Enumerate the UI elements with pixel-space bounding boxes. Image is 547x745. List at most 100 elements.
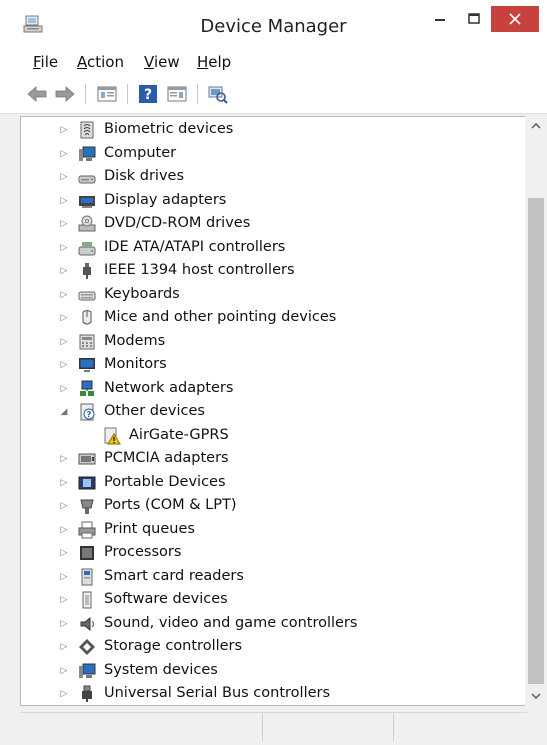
tree-item[interactable]: ▷ Network adapters — [21, 378, 526, 400]
processor-icon — [80, 546, 94, 560]
status-bar — [20, 712, 527, 741]
tree-expand-arrow-icon[interactable]: ▷ — [59, 595, 69, 605]
menu-view[interactable]: View — [144, 53, 180, 71]
pcmcia-icon — [78, 453, 96, 465]
scroll-down-button[interactable] — [525, 686, 547, 706]
tree-item-label: Computer — [104, 144, 177, 161]
tree-item[interactable]: ▷ Monitors — [21, 354, 526, 376]
tree-item-label: IEEE 1394 host controllers — [104, 262, 295, 278]
computer-icon — [79, 146, 96, 161]
close-button[interactable] — [491, 6, 539, 32]
chevron-up-icon — [531, 123, 541, 129]
tree-item-label: Mice and other pointing devices — [104, 309, 337, 325]
tree-expand-arrow-icon[interactable]: ▷ — [59, 689, 69, 699]
tree-item-label: Keyboards — [104, 285, 180, 302]
tree-expand-arrow-icon[interactable]: ▷ — [59, 290, 69, 300]
tree-item-label: PCMCIA adapters — [104, 450, 229, 466]
portable-device-icon — [78, 476, 96, 489]
tree-item[interactable]: ▷ Disk drives — [21, 166, 526, 188]
tree-expand-arrow-icon[interactable]: ▷ — [59, 666, 69, 676]
tree-expand-arrow-icon[interactable]: ▷ — [59, 337, 69, 347]
scan-hardware-icon[interactable] — [206, 83, 230, 105]
tree-expand-arrow-icon[interactable]: ▷ — [59, 525, 69, 535]
tree-expand-arrow-icon[interactable]: ▷ — [59, 478, 69, 488]
tree-item[interactable]: ▷ Sound, video and game controllers — [21, 613, 526, 635]
tree-item[interactable]: ▷ Biometric devices — [21, 119, 526, 141]
tree-expand-arrow-icon[interactable]: ▷ — [59, 243, 69, 253]
tree-item[interactable]: ▷ Smart card readers — [21, 566, 526, 588]
tree-item[interactable]: ▷ DVD/CD-ROM drives — [21, 213, 526, 235]
tree-expand-arrow-icon[interactable]: ▷ — [59, 572, 69, 582]
status-panel-1 — [20, 713, 263, 741]
tree-item-label: Biometric devices — [104, 121, 234, 137]
modem-icon — [79, 334, 95, 349]
tree-item[interactable]: ▷ System devices — [21, 660, 526, 682]
mouse-icon — [82, 310, 92, 325]
tree-item-label: DVD/CD-ROM drives — [104, 215, 251, 231]
toolbar-separator — [127, 84, 128, 104]
tree-item[interactable]: ▷ IEEE 1394 host controllers — [21, 260, 526, 282]
tree-expand-arrow-icon[interactable]: ▷ — [59, 642, 69, 652]
device-tree[interactable]: ▷ Biometric devices ▷ Computer ▷ Disk drives ▷… — [20, 116, 527, 706]
tree-expand-arrow-icon[interactable]: ▷ — [59, 454, 69, 464]
usb-icon — [82, 685, 92, 702]
tree-item-label: Print queues — [104, 520, 195, 537]
tree-expand-arrow-icon[interactable]: ▷ — [59, 313, 69, 323]
scroll-up-button[interactable] — [525, 116, 547, 136]
tree-expand-arrow-icon[interactable]: ▷ — [59, 125, 69, 135]
display-adapter-icon — [79, 195, 95, 208]
tree-item[interactable]: ▷ Mice and other pointing devices — [21, 307, 526, 329]
tree-expand-arrow-icon[interactable]: ▷ — [59, 384, 69, 394]
storage-controller-icon — [79, 639, 95, 655]
tree-item[interactable]: ▷ Display adapters — [21, 190, 526, 212]
printer-icon — [78, 521, 96, 538]
tree-expand-arrow-icon[interactable]: ▷ — [59, 196, 69, 206]
update-driver-icon[interactable] — [165, 83, 189, 105]
tree-item[interactable]: ▷ Ports (COM & LPT) — [21, 495, 526, 517]
tree-item[interactable]: ▷ Computer — [21, 143, 526, 165]
tree-item[interactable]: ▷ Processors — [21, 542, 526, 564]
help-icon[interactable]: ? — [136, 83, 160, 105]
tree-item[interactable]: ▷ Universal Serial Bus controllers — [21, 683, 526, 705]
tree-item[interactable]: ▷ Storage controllers — [21, 636, 526, 658]
tree-item[interactable]: ▷ IDE ATA/ATAPI controllers — [21, 237, 526, 259]
device-manager-window: Device Manager File Action View Help ? ▷… — [0, 0, 547, 745]
tree-item-label: Smart card readers — [104, 567, 244, 584]
tree-expand-arrow-icon[interactable]: ▷ — [59, 172, 69, 182]
minimize-button[interactable] — [428, 6, 452, 32]
tree-item-label: Universal Serial Bus controllers — [104, 685, 331, 701]
ieee1394-icon — [83, 263, 91, 279]
scroll-thumb[interactable] — [528, 198, 544, 684]
tree-expand-arrow-icon[interactable]: ▷ — [59, 360, 69, 370]
vertical-scrollbar[interactable] — [525, 116, 547, 706]
other-devices-icon: ? — [80, 403, 95, 421]
tree-item[interactable]: AirGate-GPRS — [21, 425, 526, 447]
tree-expand-arrow-icon[interactable]: ▷ — [59, 219, 69, 229]
tree-item-label: Display adapters — [104, 191, 227, 208]
tree-expand-arrow-icon[interactable]: ▷ — [59, 501, 69, 511]
maximize-button[interactable] — [462, 6, 486, 32]
tree-expand-arrow-icon[interactable]: ▷ — [59, 266, 69, 276]
menu-action[interactable]: Action — [77, 53, 124, 71]
forward-arrow-icon[interactable] — [53, 83, 77, 105]
tree-item[interactable]: ▷ Keyboards — [21, 284, 526, 306]
back-arrow-icon[interactable] — [25, 83, 49, 105]
tree-item[interactable]: ◢? Other devices — [21, 401, 526, 423]
tree-collapse-arrow-icon[interactable]: ◢ — [59, 407, 69, 417]
tree-item[interactable]: ▷ Software devices — [21, 589, 526, 611]
tree-expand-arrow-icon[interactable]: ▷ — [59, 548, 69, 558]
tree-item-label: Disk drives — [104, 168, 185, 184]
ide-controller-icon — [78, 241, 96, 255]
menu-help[interactable]: Help — [197, 53, 231, 71]
tree-item[interactable]: ▷ Print queues — [21, 519, 526, 541]
tree-item-label: Software devices — [104, 591, 228, 607]
tree-item-label: System devices — [104, 661, 218, 678]
menu-file[interactable]: File — [33, 53, 58, 71]
tree-item[interactable]: ▷ Portable Devices — [21, 472, 526, 494]
tree-item[interactable]: ▷ PCMCIA adapters — [21, 448, 526, 470]
tree-expand-arrow-icon[interactable]: ▷ — [59, 619, 69, 629]
tree-item[interactable]: ▷ Modems — [21, 331, 526, 353]
properties-icon[interactable] — [95, 83, 119, 105]
tree-expand-arrow-icon[interactable]: ▷ — [59, 149, 69, 159]
title-bar[interactable]: Device Manager — [0, 0, 547, 46]
